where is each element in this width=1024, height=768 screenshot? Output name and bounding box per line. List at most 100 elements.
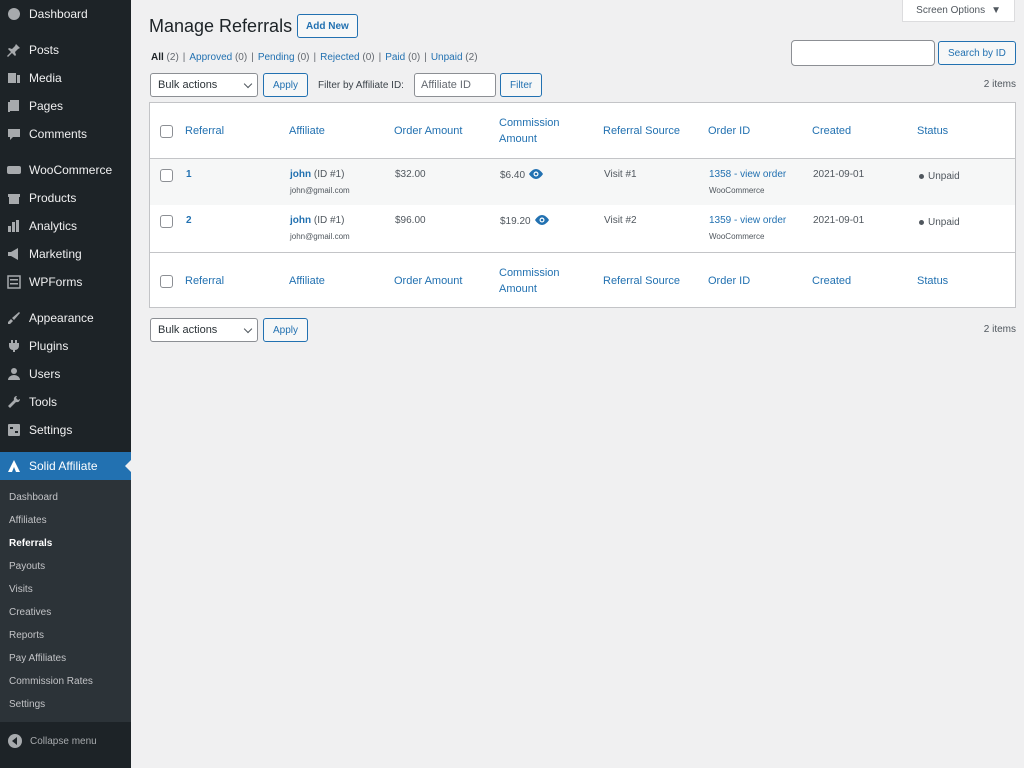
- column-header-order-amount[interactable]: Order Amount: [394, 273, 462, 289]
- search-by-id-button[interactable]: Search by ID: [938, 41, 1016, 65]
- plugins-icon: [6, 338, 22, 354]
- submenu-item-reports[interactable]: Reports: [0, 624, 131, 647]
- view-link-paid[interactable]: Paid: [385, 52, 405, 63]
- menu-separator: [0, 444, 131, 452]
- menu-item-pages[interactable]: Pages: [0, 92, 131, 120]
- bulk-actions-value: Bulk actions: [158, 324, 218, 336]
- collapse-menu-label: Collapse menu: [30, 735, 97, 747]
- menu-item-plugins[interactable]: Plugins: [0, 332, 131, 360]
- view-link-unpaid[interactable]: Unpaid: [431, 52, 463, 63]
- filter-button[interactable]: Filter: [500, 73, 543, 97]
- menu-item-wpforms[interactable]: WPForms: [0, 268, 131, 296]
- affiliate-name-link[interactable]: john: [290, 215, 311, 226]
- triangle-down-icon: ▼: [991, 5, 1001, 16]
- view-link-approved[interactable]: Approved: [189, 52, 232, 63]
- menu-item-tools[interactable]: Tools: [0, 388, 131, 416]
- submenu-item-payouts[interactable]: Payouts: [0, 555, 131, 578]
- menu-item-woocommerce[interactable]: WooCommerce: [0, 156, 131, 184]
- view-count: (2): [462, 52, 478, 63]
- order-id-link[interactable]: 1358 - view order: [709, 169, 786, 180]
- solid-affiliate-icon: [6, 458, 22, 474]
- submenu-item-commission-rates[interactable]: Commission Rates: [0, 670, 131, 693]
- view-rejected: Rejected (0): [320, 52, 374, 63]
- footer-select-all-checkbox[interactable]: [160, 275, 173, 288]
- column-header-referral[interactable]: Referral: [185, 123, 224, 139]
- status-filter-links: All (2) | Approved (0) | Pending (0) | Rejecte…: [151, 52, 478, 63]
- column-header-affiliate[interactable]: Affiliate: [289, 123, 325, 139]
- column-header-status[interactable]: Status: [917, 273, 948, 289]
- affiliate-email: john@gmail.com: [290, 232, 350, 241]
- apply-button-top[interactable]: Apply: [263, 73, 309, 97]
- menu-item-media[interactable]: Media: [0, 64, 131, 92]
- menu-item-dashboard[interactable]: Dashboard: [0, 0, 131, 28]
- add-new-button[interactable]: Add New: [297, 14, 358, 38]
- collapse-menu-button[interactable]: Collapse menu: [0, 726, 131, 756]
- column-header-referral-source[interactable]: Referral Source: [603, 123, 680, 139]
- referral-id-link[interactable]: 2: [186, 215, 192, 226]
- menu-item-label: WooCommerce: [29, 163, 113, 177]
- view-link-pending[interactable]: Pending: [258, 52, 295, 63]
- submenu-item-creatives[interactable]: Creatives: [0, 601, 131, 624]
- submenu-item-settings[interactable]: Settings: [0, 693, 131, 716]
- affiliate-id-input[interactable]: Affiliate ID: [414, 73, 496, 97]
- woocommerce-icon: [6, 162, 22, 178]
- products-icon: [6, 190, 22, 206]
- column-header-referral-source[interactable]: Referral Source: [603, 273, 680, 289]
- row-checkbox[interactable]: [160, 169, 173, 182]
- column-header-referral[interactable]: Referral: [185, 273, 224, 289]
- view-count: (0): [232, 52, 248, 63]
- column-header-commission-amount[interactable]: Commission Amount: [499, 115, 579, 147]
- submenu-item-dashboard[interactable]: Dashboard: [0, 486, 131, 509]
- row-checkbox[interactable]: [160, 215, 173, 228]
- menu-item-label: Users: [29, 367, 61, 381]
- submenu-item-affiliates[interactable]: Affiliates: [0, 509, 131, 532]
- menu-item-label: Posts: [29, 43, 60, 57]
- order-id-link[interactable]: 1359 - view order: [709, 215, 786, 226]
- menu-separator: [0, 148, 131, 156]
- submenu-item-referrals[interactable]: Referrals: [0, 532, 131, 555]
- view-pending: Pending (0): [258, 52, 310, 63]
- column-header-order-id[interactable]: Order ID: [708, 273, 750, 289]
- column-header-created[interactable]: Created: [812, 273, 851, 289]
- menu-item-appearance[interactable]: Appearance: [0, 304, 131, 332]
- eye-icon[interactable]: [528, 168, 544, 183]
- column-header-order-amount[interactable]: Order Amount: [394, 123, 462, 139]
- menu-item-label: Marketing: [29, 247, 82, 261]
- order-platform: WooCommerce: [709, 186, 765, 195]
- admin-menu: Dashboard Posts Media Pages Comments WooComme…: [0, 0, 131, 756]
- view-link-rejected[interactable]: Rejected: [320, 52, 359, 63]
- bulk-actions-select-bottom[interactable]: Bulk actions: [150, 318, 258, 342]
- referrals-table: Referral Affiliate Order Amount Commission …: [149, 102, 1016, 308]
- menu-item-label: Plugins: [29, 339, 69, 353]
- column-header-order-id[interactable]: Order ID: [708, 123, 750, 139]
- apply-button-bottom[interactable]: Apply: [263, 318, 309, 342]
- referral-id-link[interactable]: 1: [186, 169, 192, 180]
- menu-item-label: Tools: [29, 395, 58, 409]
- header-select-all-checkbox[interactable]: [160, 125, 173, 138]
- menu-item-label: Solid Affiliate: [29, 459, 98, 473]
- status-badge: Unpaid: [919, 171, 960, 182]
- menu-item-users[interactable]: Users: [0, 360, 131, 388]
- affiliate-name-link[interactable]: john: [290, 169, 311, 180]
- view-link-all[interactable]: All: [151, 52, 164, 63]
- commission-amount-cell: $6.40: [500, 168, 544, 183]
- submenu-item-pay-affiliates[interactable]: Pay Affiliates: [0, 647, 131, 670]
- column-header-created[interactable]: Created: [812, 123, 851, 139]
- menu-item-products[interactable]: Products: [0, 184, 131, 212]
- column-header-affiliate[interactable]: Affiliate: [289, 273, 325, 289]
- menu-item-marketing[interactable]: Marketing: [0, 240, 131, 268]
- admin-sidebar: Dashboard Posts Media Pages Comments WooComme…: [0, 0, 131, 768]
- menu-item-settings[interactable]: Settings: [0, 416, 131, 444]
- eye-icon[interactable]: [534, 214, 550, 229]
- menu-item-solid-affiliate[interactable]: Solid Affiliate: [0, 452, 131, 480]
- search-input[interactable]: [791, 40, 935, 66]
- column-header-commission-amount[interactable]: Commission Amount: [499, 265, 579, 297]
- menu-item-comments[interactable]: Comments: [0, 120, 131, 148]
- column-header-status[interactable]: Status: [917, 123, 948, 139]
- screen-options-button[interactable]: Screen Options ▼: [902, 0, 1015, 22]
- created-date: 2021-09-01: [813, 169, 865, 180]
- menu-item-posts[interactable]: Posts: [0, 36, 131, 64]
- bulk-actions-select-top[interactable]: Bulk actions: [150, 73, 258, 97]
- menu-item-analytics[interactable]: Analytics: [0, 212, 131, 240]
- submenu-item-visits[interactable]: Visits: [0, 578, 131, 601]
